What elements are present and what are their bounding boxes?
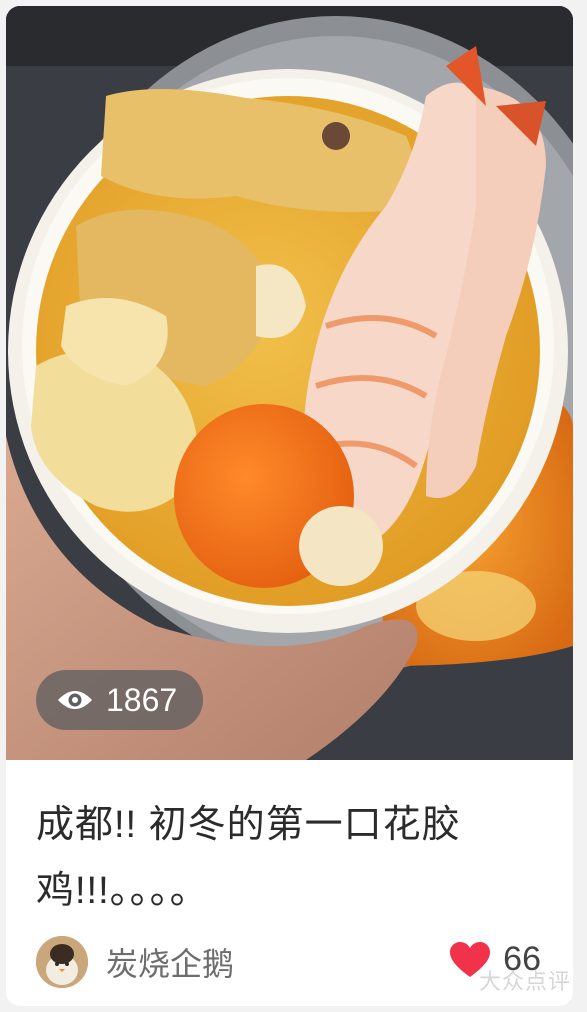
penguin-avatar-icon [36, 936, 88, 988]
author-name[interactable]: 炭烧企鹅 [106, 939, 234, 985]
watermark: 大众点评 [478, 969, 571, 994]
post-photo[interactable]: 1867 [6, 6, 573, 760]
view-count: 1867 [106, 681, 178, 718]
view-count-badge: 1867 [36, 670, 204, 730]
author-info[interactable]: 炭烧企鹅 [36, 936, 234, 988]
post-card[interactable]: 1867 成都!! 初冬的第一口花胶鸡!!!。。。。 炭烧企鹅 66 大众点评 [6, 6, 573, 1006]
food-photo [6, 6, 573, 760]
post-title[interactable]: 成都!! 初冬的第一口花胶鸡!!!。。。。 [36, 792, 546, 924]
eye-icon [56, 687, 94, 713]
avatar[interactable] [36, 936, 88, 988]
